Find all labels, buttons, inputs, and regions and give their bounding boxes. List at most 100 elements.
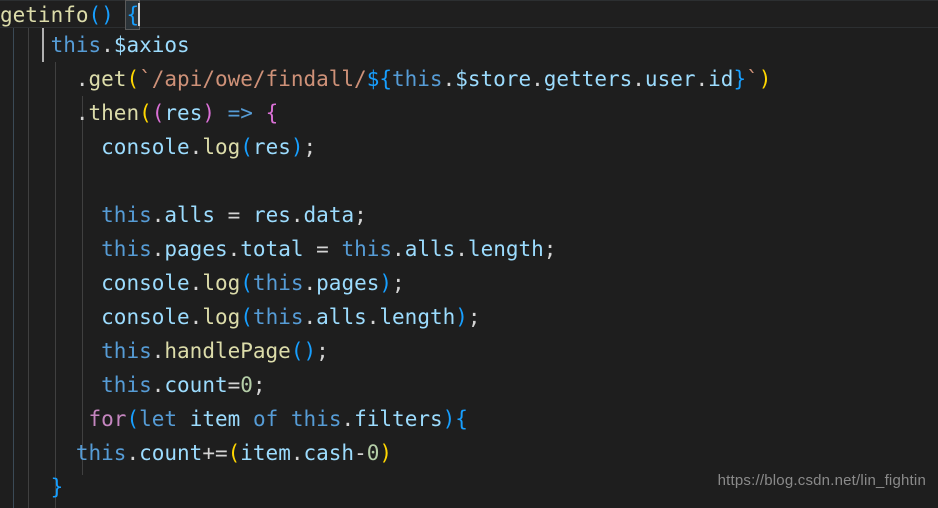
code-line-9[interactable]: console.log(this.pages);: [0, 266, 938, 300]
token-paren-close: ): [758, 67, 772, 91]
token-dot: .: [151, 237, 165, 261]
token-getters: getters: [543, 67, 633, 91]
token-dot: .: [455, 237, 468, 261]
token-log: log: [202, 135, 241, 159]
token-item: item: [189, 407, 241, 431]
token-paren-open: (: [240, 271, 253, 295]
token-this: this: [392, 67, 443, 91]
token-paren-open: (: [126, 407, 140, 431]
token-paren-open: (: [227, 441, 241, 465]
token-dot: .: [531, 67, 544, 91]
token-paren-inner-open: (: [151, 101, 165, 125]
token-dot: .: [695, 67, 709, 91]
code-line-3[interactable]: .get(`/api/owe/findall/${this.$store.get…: [0, 62, 938, 96]
code-line-16[interactable]: }): [0, 504, 938, 508]
token-alls: alls: [316, 305, 367, 329]
code-line-10[interactable]: console.log(this.alls.length);: [0, 300, 938, 334]
code-content[interactable]: getinfo() { this.$axios .get(`/api/owe/f…: [0, 0, 938, 508]
token-dot: .: [189, 135, 203, 159]
token-paren-inner-close: ): [202, 101, 215, 125]
token-this: this: [252, 305, 304, 329]
token-brace-open: {: [455, 407, 468, 431]
code-line-8[interactable]: this.pages.total = this.alls.length;: [0, 232, 938, 266]
token-brace-open: {: [265, 101, 279, 125]
code-line-5[interactable]: console.log(res);: [0, 130, 938, 164]
token-dot: .: [151, 373, 165, 397]
token-dot: .: [341, 407, 355, 431]
token-console: console: [101, 305, 190, 329]
token-alls: alls: [164, 203, 215, 227]
watermark: https://blog.csdn.net/lin_fightin: [717, 472, 926, 489]
token-paren-close: ): [379, 271, 393, 295]
token-semicolon: ;: [252, 373, 266, 397]
token-dot: .: [151, 203, 165, 227]
code-line-6-blank[interactable]: [0, 164, 938, 198]
token-this: this: [290, 407, 342, 431]
token-paren-close: ): [455, 305, 468, 329]
token-method-get: get: [88, 67, 127, 91]
code-editor[interactable]: getinfo() { this.$axios .get(`/api/owe/f…: [0, 0, 938, 508]
code-line-1[interactable]: getinfo() {: [0, 0, 938, 30]
token-total: total: [240, 237, 304, 261]
token-alls: alls: [404, 237, 456, 261]
token-equals: =: [227, 373, 241, 397]
token-user: user: [644, 67, 696, 91]
token-handlepage: handlePage: [164, 339, 291, 363]
token-console: console: [101, 135, 190, 159]
token-dot: .: [126, 441, 140, 465]
token-this: this: [101, 339, 152, 363]
token-backtick-open: `: [139, 67, 152, 91]
token-parens: (): [290, 339, 317, 363]
token-count: count: [139, 441, 203, 465]
token-dot: .: [632, 67, 645, 91]
code-line-2[interactable]: this.$axios: [0, 28, 938, 62]
token-pages: pages: [316, 271, 380, 295]
code-line-4[interactable]: .then((res) => {: [0, 96, 938, 130]
token-paren-outer-open: (: [139, 101, 152, 125]
token-dot: .: [366, 305, 380, 329]
token-semicolon: ;: [354, 203, 367, 227]
token-axios: $axios: [113, 33, 190, 57]
token-count: count: [164, 373, 228, 397]
token-cash: cash: [303, 441, 355, 465]
token-dot: .: [101, 33, 114, 57]
token-dot: .: [303, 271, 317, 295]
token-res: res: [252, 203, 291, 227]
token-equals: =: [316, 237, 329, 261]
token-paren-open: (: [240, 135, 253, 159]
token-let: let: [139, 407, 178, 431]
token-minus: -: [354, 441, 367, 465]
token-number-zero: 0: [240, 373, 253, 397]
code-line-13[interactable]: for(let item of this.filters){: [0, 402, 938, 436]
token-store: $store: [455, 67, 532, 91]
token-number-zero: 0: [366, 441, 380, 465]
token-arg-res: res: [252, 135, 291, 159]
token-length: length: [467, 237, 544, 261]
code-line-7[interactable]: this.alls = res.data;: [0, 198, 938, 232]
token-dot: .: [442, 67, 456, 91]
token-pages: pages: [164, 237, 228, 261]
token-semicolon: ;: [392, 271, 405, 295]
code-line-12[interactable]: this.count=0;: [0, 368, 938, 402]
token-paren-close: ): [379, 441, 393, 465]
token-this: this: [252, 271, 304, 295]
token-this: this: [101, 373, 152, 397]
token-this: this: [341, 237, 393, 261]
token-this: this: [75, 441, 127, 465]
text-cursor: [138, 3, 141, 26]
token-paren-open: (: [126, 67, 140, 91]
token-dot: .: [75, 101, 89, 125]
token-param-res: res: [164, 101, 203, 125]
token-paren-close: ): [290, 135, 304, 159]
token-console: console: [101, 271, 190, 295]
token-plus-equals: +=: [202, 441, 228, 465]
code-line-11[interactable]: this.handlePage();: [0, 334, 938, 368]
token-template-expr-close: }: [733, 67, 747, 91]
token-this: this: [50, 33, 102, 57]
token-id: id: [708, 67, 734, 91]
token-url-path: /api/owe/findall/: [151, 67, 367, 91]
token-semicolon: ;: [543, 237, 557, 261]
token-dot: .: [151, 339, 165, 363]
token-filters: filters: [354, 407, 443, 431]
token-dot: .: [189, 305, 203, 329]
